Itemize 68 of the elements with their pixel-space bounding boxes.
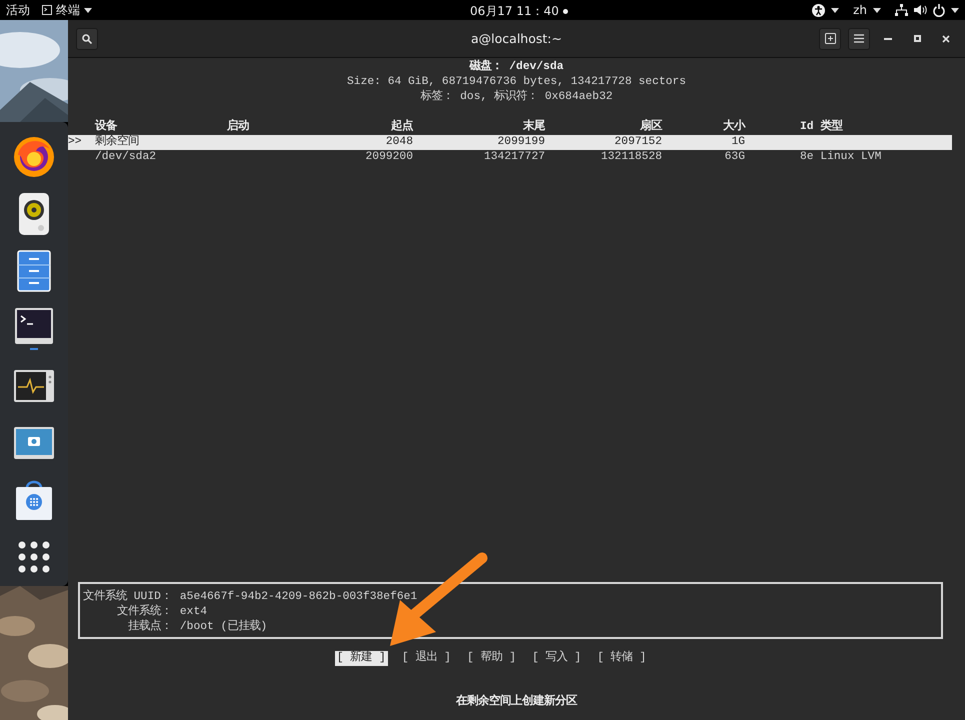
file-cabinet-icon[interactable] bbox=[17, 250, 51, 292]
menu-action[interactable]: [ 退出 ] bbox=[400, 651, 453, 666]
accessibility-icon[interactable] bbox=[812, 4, 826, 16]
close-icon bbox=[942, 34, 950, 42]
power-icon[interactable] bbox=[933, 4, 945, 16]
search-button[interactable] bbox=[76, 28, 98, 50]
column-header: 设备 bbox=[95, 120, 118, 134]
menu-action[interactable]: [ 新建 ] bbox=[334, 651, 388, 666]
disk-size: Size: 64 GiB, 68719476736 bytes, 134217728 sectors bbox=[347, 76, 686, 88]
search-icon bbox=[82, 34, 92, 44]
system-monitor-icon[interactable] bbox=[13, 368, 55, 403]
caret-icon bbox=[873, 8, 881, 12]
menu-icon bbox=[854, 34, 864, 43]
network-icon[interactable] bbox=[895, 4, 908, 16]
menu-action[interactable]: [ 帮助 ] bbox=[464, 651, 518, 666]
table-cell-text: 1G bbox=[730, 135, 745, 150]
shopping-bag-icon[interactable] bbox=[14, 478, 54, 522]
field-value: a5e4667f-94b2-4209-862b-003f38ef6e1 bbox=[180, 590, 418, 605]
notification-dot bbox=[562, 9, 568, 14]
caret-icon bbox=[831, 8, 840, 12]
clock[interactable]: 06月17 11：40 bbox=[470, 3, 559, 20]
cursor-marker: >> bbox=[68, 135, 83, 150]
column-header: 大小 bbox=[722, 120, 745, 135]
table-cell-text: 63G bbox=[724, 150, 745, 165]
column-header: 起点 bbox=[390, 120, 413, 135]
table-cell-text: 2048 bbox=[384, 135, 413, 150]
field-value: /boot (已挂载) bbox=[180, 620, 268, 635]
minimize-icon bbox=[884, 38, 892, 40]
partition-row[interactable]: >> 剩余空间 2048 2099199 2097152 1G bbox=[68, 135, 952, 150]
app-menu[interactable]: 终端 bbox=[56, 2, 80, 18]
activities-button[interactable]: 活动 bbox=[6, 2, 30, 18]
column-header: 末尾 bbox=[522, 120, 545, 135]
field-label: 挂载点： bbox=[126, 620, 172, 635]
field-label: 文件系统 UUID： bbox=[83, 590, 172, 604]
table-cell-text: 2097152 bbox=[614, 135, 662, 150]
terminal-app-icon bbox=[42, 5, 52, 15]
volume-icon[interactable] bbox=[914, 4, 927, 16]
screenshot-icon[interactable] bbox=[13, 426, 55, 460]
new-tab-button[interactable] bbox=[819, 28, 841, 50]
disk-label: 标签： dos, 标识符： 0x684aeb32 bbox=[420, 91, 613, 103]
speaker-icon[interactable] bbox=[18, 192, 50, 236]
menu-action[interactable]: [ 写入 ] bbox=[530, 651, 584, 666]
table-cell-text: 132118528 bbox=[600, 150, 662, 165]
terminal-icon[interactable] bbox=[14, 306, 54, 345]
table-cell-text: 2099199 bbox=[496, 135, 545, 150]
app-grid-icon[interactable] bbox=[18, 541, 50, 574]
maximize-icon bbox=[914, 35, 920, 42]
column-header: 启动 bbox=[227, 120, 250, 135]
table-cell-text: 2099200 bbox=[364, 150, 413, 165]
table-cell-text: 8e Linux LVM bbox=[800, 150, 882, 165]
language-menu[interactable]: zh bbox=[853, 3, 867, 17]
table-cell-text: 剩余空间 bbox=[95, 135, 140, 150]
disk-title: 磁盘： /dev/sda bbox=[469, 61, 564, 73]
menu-action[interactable]: [ 转储 ] bbox=[595, 651, 648, 666]
plus-square-icon bbox=[824, 33, 836, 44]
column-header: Id 类型 bbox=[800, 120, 844, 135]
caret-icon bbox=[951, 8, 959, 12]
table-cell-text: 134217727 bbox=[482, 150, 545, 165]
hint-text: 在剩余空间上创建新分区 bbox=[456, 696, 577, 708]
window-title: a@localhost:~ bbox=[471, 31, 562, 46]
column-header: 扇区 bbox=[639, 120, 662, 135]
field-label: 文件系统： bbox=[116, 605, 172, 620]
table-cell-text: /dev/sda2 bbox=[95, 150, 158, 165]
browser-icon[interactable] bbox=[12, 134, 56, 179]
field-value: ext4 bbox=[180, 605, 208, 620]
caret-icon bbox=[84, 8, 92, 12]
partition-row[interactable]: /dev/sda2 2099200 134217727 132118528 63G 8e Linux LVM bbox=[68, 150, 952, 165]
menu-button[interactable] bbox=[848, 28, 870, 50]
